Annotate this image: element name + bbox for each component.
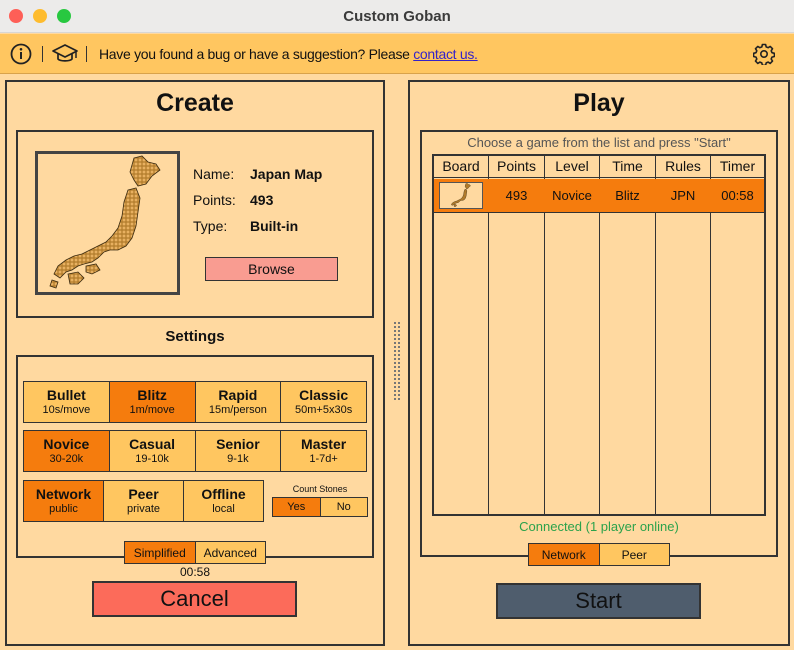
toolbar-separator [42,46,43,62]
map-name-row: Name: [193,166,235,182]
map-type-row: Type: [193,218,228,234]
level-option-master[interactable]: Master 1-7d+ [281,431,366,471]
column-header-timer[interactable]: Timer [711,156,764,177]
column-header-time[interactable]: Time [600,156,655,177]
map-name-value: Japan Map [250,166,323,182]
time-option-bullet[interactable]: Bullet 10s/move [24,382,110,422]
row-points: 493 [505,188,528,203]
view-mode-toggle: Simplified Advanced [124,541,266,564]
view-mode-simplified[interactable]: Simplified [125,542,196,563]
map-points-row: Points: [193,192,236,208]
level-option-casual[interactable]: Casual 19-10k [109,431,196,471]
contact-us-link[interactable]: contact us. [413,46,478,62]
info-icon[interactable] [10,43,32,65]
row-time: Blitz [615,188,640,203]
create-timer: 00:58 [179,565,211,579]
table-row[interactable]: 493 Novice Blitz JPN 00:58 [434,179,764,213]
window-titlebar: Custom Goban [0,0,794,33]
play-title: Play [573,89,625,117]
game-mode-selector: Network public Peer private Offline local [23,480,264,522]
row-rules: JPN [670,188,696,203]
row-level: Novice [552,188,592,203]
map-points-value: 493 [250,192,274,208]
column-header-points[interactable]: Points [489,156,544,177]
map-type-value: Built-in [250,218,299,234]
feedback-message: Have you found a bug or have a suggestio… [99,46,478,62]
board-thumbnail [439,182,483,209]
connection-status: Connected (1 player online) [519,519,679,534]
create-title: Create [156,89,234,117]
count-stones-no[interactable]: No [320,498,367,516]
mode-option-offline[interactable]: Offline local [184,481,263,521]
network-peer-toggle: Network Peer [528,543,670,566]
game-list-table: Board Points Level Time Rules Timer 493 … [432,154,766,516]
browse-button[interactable]: Browse [205,257,338,281]
level-option-novice[interactable]: Novice 30-20k [24,431,110,471]
column-header-board[interactable]: Board [434,156,488,177]
toolbar-separator [86,46,87,62]
time-option-rapid[interactable]: Rapid 15m/person [195,382,282,422]
cancel-button[interactable]: Cancel [92,581,297,617]
view-mode-advanced[interactable]: Advanced [195,542,265,563]
map-preview [35,151,180,295]
gear-icon[interactable] [752,43,776,67]
info-bar: Have you found a bug or have a suggestio… [0,34,794,74]
count-stones-label: Count Stones [292,484,348,494]
graduation-cap-icon[interactable] [51,43,79,65]
mode-option-network[interactable]: Network public [24,481,104,521]
time-option-blitz[interactable]: Blitz 1m/move [109,382,196,422]
japan-map-image [49,155,161,289]
level-option-senior[interactable]: Senior 9-1k [195,431,282,471]
mode-option-peer[interactable]: Peer private [104,481,184,521]
column-header-level[interactable]: Level [545,156,599,177]
window-title: Custom Goban [343,8,451,25]
start-button[interactable]: Start [496,583,701,619]
play-tab-peer[interactable]: Peer [599,544,669,565]
count-stones-toggle: Yes No [272,497,368,517]
time-option-classic[interactable]: Classic 50m+5x30s [281,382,366,422]
level-selector: Novice 30-20k Casual 19-10k Senior 9-1k Mas… [23,430,367,472]
column-header-rules[interactable]: Rules [656,156,710,177]
panel-splitter-handle[interactable] [393,322,401,402]
count-stones-yes[interactable]: Yes [273,498,321,516]
play-tab-network[interactable]: Network [529,544,600,565]
time-control-selector: Bullet 10s/move Blitz 1m/move Rapid 15m/per… [23,381,367,423]
game-list-hint: Choose a game from the list and press "S… [467,135,731,150]
settings-title: Settings [165,328,225,345]
row-timer: 00:58 [721,188,754,203]
table-header: Board Points Level Time Rules Timer [434,156,764,178]
